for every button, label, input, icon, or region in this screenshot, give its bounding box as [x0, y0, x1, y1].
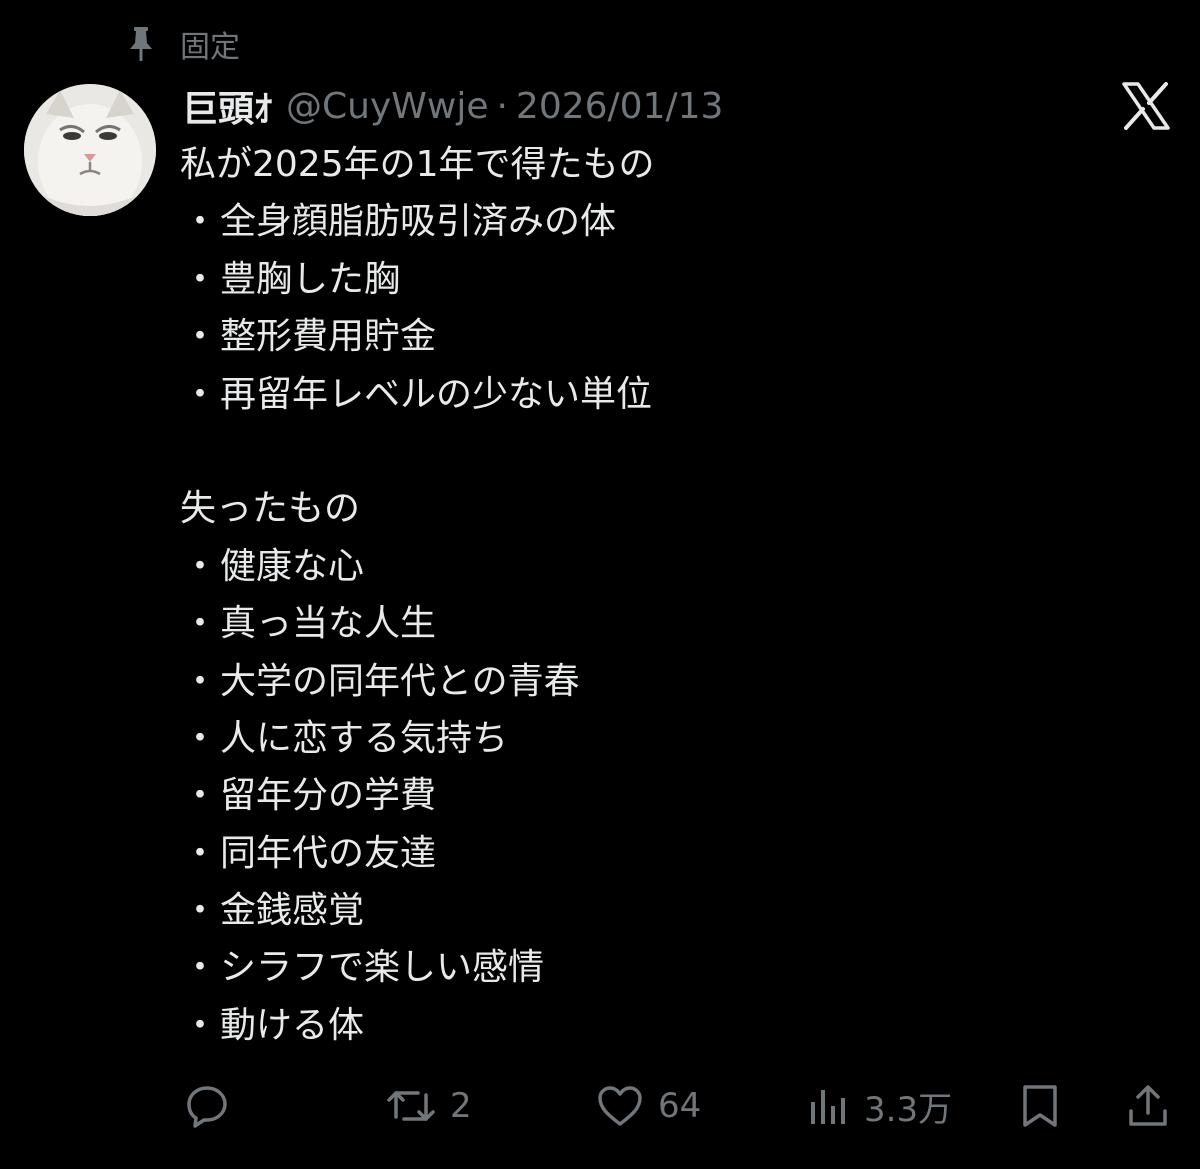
heart-icon — [598, 1086, 642, 1126]
list-item-text: 金銭感覚 — [220, 890, 365, 932]
tweet-header: 巨頭ｵ @CuyWwje · 2026/01/13 — [182, 80, 723, 132]
tweet-text: 私が2025年の1年で得たもの ・全身顔脂肪吸引済みの体 ・豊胸した胸 ・整形費用貯… — [180, 136, 1140, 1054]
list-item-text: 真っ当な人生 — [220, 603, 437, 645]
pin-icon — [124, 24, 158, 64]
list-item-text: 動ける体 — [220, 1004, 365, 1046]
list-item: ・健康な心 — [180, 538, 1140, 595]
list-item: ・全身顔脂肪吸引済みの体 — [180, 193, 1140, 250]
x-logo-icon — [1120, 80, 1172, 132]
separator-dot: · — [496, 85, 508, 127]
lost-list: ・健康な心 ・真っ当な人生 ・大学の同年代との青春 ・人に恋する気持ち ・留年分の学費・… — [180, 538, 1140, 1055]
list-item-text: 同年代の友達 — [220, 832, 437, 874]
list-item-text: 再留年レベルの少ない単位 — [220, 373, 653, 415]
like-count: 64 — [658, 1086, 702, 1126]
list-item-text: 整形費用貯金 — [220, 316, 437, 358]
bullet: ・ — [181, 775, 218, 817]
bullet: ・ — [181, 1004, 218, 1046]
list-item: ・金銭感覚 — [180, 882, 1140, 939]
list-item-text: 全身顔脂肪吸引済みの体 — [220, 201, 617, 243]
bullet: ・ — [181, 603, 218, 645]
bullet: ・ — [181, 832, 218, 874]
list-item: ・シラフで楽しい感情 — [180, 939, 1140, 996]
list-item: ・大学の同年代との青春 — [180, 653, 1140, 710]
list-item-text: 豊胸した胸 — [220, 258, 401, 300]
avatar[interactable] — [24, 84, 156, 216]
bullet: ・ — [181, 258, 218, 300]
list-item-text: 健康な心 — [220, 545, 365, 587]
reply-button[interactable] — [184, 1076, 230, 1136]
repost-button[interactable]: 2 — [386, 1076, 472, 1136]
action-bar: 2 64 3.3万 — [180, 1076, 1176, 1136]
share-icon — [1129, 1085, 1167, 1126]
like-button[interactable]: 64 — [596, 1076, 701, 1136]
display-name[interactable]: 巨頭ｵ — [182, 80, 272, 132]
list-item: ・豊胸した胸 — [180, 251, 1140, 308]
list-item-text: 大学の同年代との青春 — [220, 660, 580, 702]
list-item: ・同年代の友達 — [180, 825, 1140, 882]
list-item: ・留年分の学費 — [180, 767, 1140, 824]
reply-icon — [187, 1086, 227, 1128]
gained-list: ・全身顔脂肪吸引済みの体 ・豊胸した胸 ・整形費用貯金 ・再留年レベルの少ない単位 — [180, 193, 1140, 423]
bullet: ・ — [181, 890, 218, 932]
bullet: ・ — [181, 373, 218, 415]
lost-heading: 失ったもの — [180, 488, 361, 530]
cat-face-avatar — [24, 84, 156, 216]
list-item: ・人に恋する気持ち — [180, 710, 1140, 767]
list-item-text: 留年分の学費 — [220, 775, 437, 817]
tweet-date[interactable]: 2026/01/13 — [516, 86, 724, 127]
list-item: ・真っ当な人生 — [180, 595, 1140, 652]
bullet: ・ — [181, 660, 218, 702]
user-handle[interactable]: @CuyWwje — [286, 86, 488, 127]
views-icon — [811, 1090, 845, 1124]
pinned-label: 固定 — [180, 30, 240, 65]
share-button[interactable] — [1126, 1076, 1170, 1136]
gained-heading: 私が2025年の1年で得たもの — [180, 144, 655, 185]
bullet: ・ — [181, 545, 218, 587]
pinned-indicator: 固定 — [124, 22, 240, 66]
bookmark-button[interactable] — [1020, 1076, 1060, 1136]
list-item-text: シラフで楽しい感情 — [220, 947, 545, 989]
bullet: ・ — [181, 201, 218, 243]
views-button[interactable]: 3.3万 — [808, 1076, 952, 1136]
bookmark-icon — [1023, 1085, 1057, 1127]
list-item: ・整形費用貯金 — [180, 308, 1140, 365]
list-item: ・再留年レベルの少ない単位 — [180, 366, 1140, 423]
bullet: ・ — [181, 316, 218, 358]
list-item: ・動ける体 — [180, 997, 1140, 1054]
bullet: ・ — [181, 947, 218, 989]
bullet: ・ — [181, 717, 218, 759]
list-item-text: 人に恋する気持ち — [220, 717, 509, 759]
views-count: 3.3万 — [864, 1089, 953, 1130]
repost-count: 2 — [450, 1086, 472, 1126]
repost-icon — [387, 1091, 435, 1121]
